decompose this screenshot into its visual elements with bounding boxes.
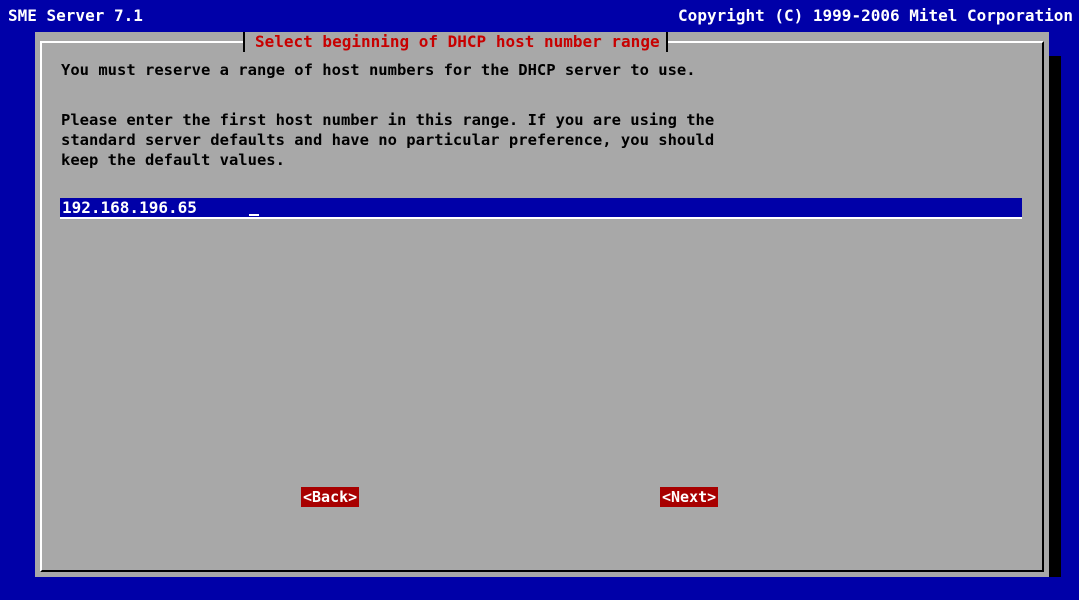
- intro-text: You must reserve a range of host numbers…: [61, 61, 696, 79]
- instruction-line-3: keep the default values.: [61, 151, 285, 169]
- app-title: SME Server 7.1: [8, 6, 143, 25]
- host-number-value: 192.168.196.65: [62, 198, 197, 217]
- dialog-title: Select beginning of DHCP host number ran…: [243, 32, 668, 52]
- dhcp-range-dialog: Select beginning of DHCP host number ran…: [35, 32, 1049, 577]
- instruction-line-2: standard server defaults and have no par…: [61, 131, 715, 149]
- text-cursor: [249, 214, 259, 216]
- dialog-title-text: Select beginning of DHCP host number ran…: [255, 32, 660, 51]
- next-button[interactable]: <Next>: [660, 487, 719, 507]
- copyright-text: Copyright (C) 1999-2006 Mitel Corporatio…: [678, 6, 1073, 25]
- back-button[interactable]: <Back>: [301, 487, 360, 507]
- host-number-input[interactable]: 192.168.196.65: [60, 198, 1022, 219]
- instruction-line-1: Please enter the first host number in th…: [61, 111, 715, 129]
